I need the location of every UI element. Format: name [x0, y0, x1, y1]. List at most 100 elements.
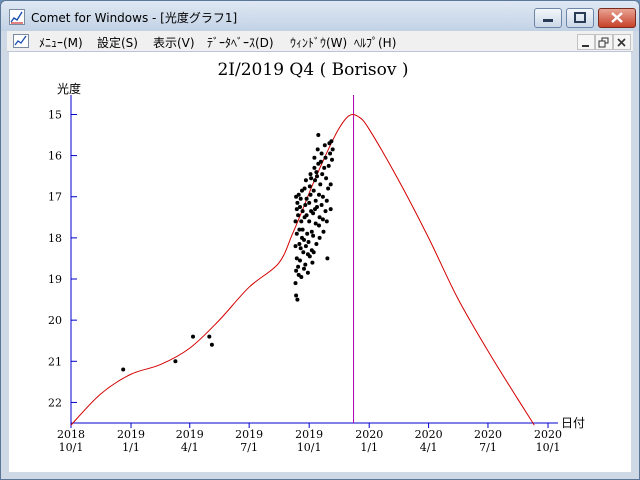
- title-bar[interactable]: Comet for Windows - [光度グラフ1]: [1, 1, 639, 31]
- x-tick-year-label: 2020: [415, 428, 443, 441]
- observation-point: [322, 165, 327, 170]
- observation-point: [330, 157, 334, 162]
- x-tick-date-label: 1/1: [360, 441, 378, 454]
- observation-point: [313, 207, 317, 212]
- observation-point: [320, 172, 325, 177]
- chart-axes: [70, 95, 558, 424]
- comet-graph-icon: [9, 9, 25, 25]
- observation-point: [318, 159, 323, 164]
- mdi-minimize-icon: [582, 45, 589, 47]
- x-tick-year-label: 2020: [355, 428, 383, 441]
- observation-point: [300, 227, 305, 232]
- maximize-button[interactable]: [566, 8, 594, 28]
- observation-point: [298, 258, 302, 263]
- observation-point: [328, 207, 333, 212]
- observation-point: [298, 196, 303, 201]
- observation-point: [293, 244, 298, 249]
- close-button[interactable]: [598, 8, 636, 28]
- y-tick-label: 20: [48, 314, 62, 327]
- observation-point: [306, 240, 311, 244]
- mdi-close-icon: [617, 38, 626, 47]
- mdi-minimize-button[interactable]: [577, 34, 595, 50]
- observation-point: [328, 182, 333, 187]
- document-graph-icon[interactable]: [13, 34, 29, 48]
- observation-point: [329, 139, 334, 144]
- observation-point: [309, 176, 314, 181]
- observation-point: [294, 231, 299, 236]
- observation-point: [191, 334, 195, 339]
- observation-point: [209, 342, 214, 347]
- observation-point: [323, 209, 328, 214]
- observation-point: [303, 262, 308, 267]
- chart-title: 2I/2019 Q4 ( Borisov ): [217, 60, 408, 80]
- graph-client-area: 2I/2019 Q4 ( Borisov ) 光度 日付 15 16 17 18 19 2…: [9, 52, 631, 472]
- maximize-icon: [574, 12, 586, 23]
- observation-point: [325, 256, 330, 261]
- minimize-button[interactable]: [534, 8, 562, 28]
- observation-point: [321, 229, 326, 234]
- x-tick-year-label: 2018: [57, 428, 85, 441]
- x-tick-year-label: 2020: [534, 428, 562, 441]
- x-tick-date-label: 7/1: [479, 441, 497, 454]
- observation-point: [317, 215, 322, 220]
- observation-point: [318, 182, 323, 187]
- menu-item-help[interactable]: ﾍﾙﾌﾟ(H): [354, 34, 396, 51]
- x-tick-date-label: 4/1: [181, 441, 199, 454]
- observation-point: [173, 359, 178, 364]
- observation-point: [312, 165, 317, 170]
- observation-point: [322, 143, 327, 148]
- observation-point: [303, 203, 308, 207]
- y-tick-label: 21: [48, 355, 62, 368]
- observation-point: [304, 196, 309, 201]
- observation-point: [299, 275, 304, 279]
- observation-point: [328, 151, 333, 156]
- x-tick-year-label: 2019: [117, 428, 145, 441]
- menu-item-database[interactable]: ﾃﾞｰﾀﾍﾞｰｽ(D): [207, 34, 274, 51]
- x-tick-date-label: 10/1: [297, 441, 322, 454]
- observation-point: [324, 176, 329, 181]
- observation-point: [312, 155, 317, 160]
- x-axis-label: 日付: [561, 416, 585, 430]
- x-tick-year-label: 2019: [295, 428, 323, 441]
- y-tick-label: 18: [48, 232, 62, 245]
- observation-point: [313, 178, 317, 183]
- mdi-close-button[interactable]: [613, 34, 631, 50]
- observation-point: [315, 147, 320, 152]
- observation-point: [307, 254, 312, 259]
- observation-point: [317, 235, 322, 240]
- observation-point: [323, 155, 328, 160]
- y-axis-label: 光度: [57, 81, 81, 96]
- y-tick-label: 19: [48, 273, 62, 286]
- menu-item-menu[interactable]: ﾒﾆｭｰ(M): [39, 34, 83, 51]
- observation-point: [304, 213, 309, 218]
- observation-point: [297, 242, 302, 246]
- observation-point: [308, 172, 313, 177]
- observation-point: [314, 242, 319, 246]
- observation-point: [207, 334, 212, 339]
- observation-point: [295, 200, 300, 205]
- menu-item-settings[interactable]: 設定(S): [97, 34, 138, 51]
- observation-point: [313, 198, 318, 203]
- window-title: Comet for Windows - [光度グラフ1]: [31, 11, 238, 25]
- menu-item-view[interactable]: 表示(V): [153, 34, 195, 51]
- observation-point: [294, 268, 299, 273]
- observation-point: [315, 174, 319, 179]
- observation-point: [305, 270, 310, 275]
- x-tick-year-label: 2019: [235, 428, 263, 441]
- y-tick-label: 17: [48, 191, 62, 204]
- y-tick-label: 15: [48, 108, 62, 121]
- observation-point: [299, 219, 304, 224]
- app-window: Comet for Windows - [光度グラフ1] ﾒﾆｭｰ(M) 設定(…: [0, 0, 640, 480]
- observation-point: [301, 250, 306, 255]
- observation-point: [320, 217, 325, 222]
- observation-points: [121, 133, 335, 372]
- observation-point: [311, 233, 316, 238]
- light-curve-chart[interactable]: 2I/2019 Q4 ( Borisov ) 光度 日付 15 16 17 18 19 2…: [9, 52, 631, 472]
- mdi-restore-button[interactable]: [595, 34, 613, 50]
- observation-point: [305, 231, 310, 236]
- observation-point: [303, 178, 308, 183]
- observation-point: [319, 203, 324, 207]
- minimize-icon: [543, 19, 553, 22]
- menu-item-window[interactable]: ｳｨﾝﾄﾞｳ(W): [290, 34, 347, 51]
- y-tick-label: 16: [48, 150, 62, 163]
